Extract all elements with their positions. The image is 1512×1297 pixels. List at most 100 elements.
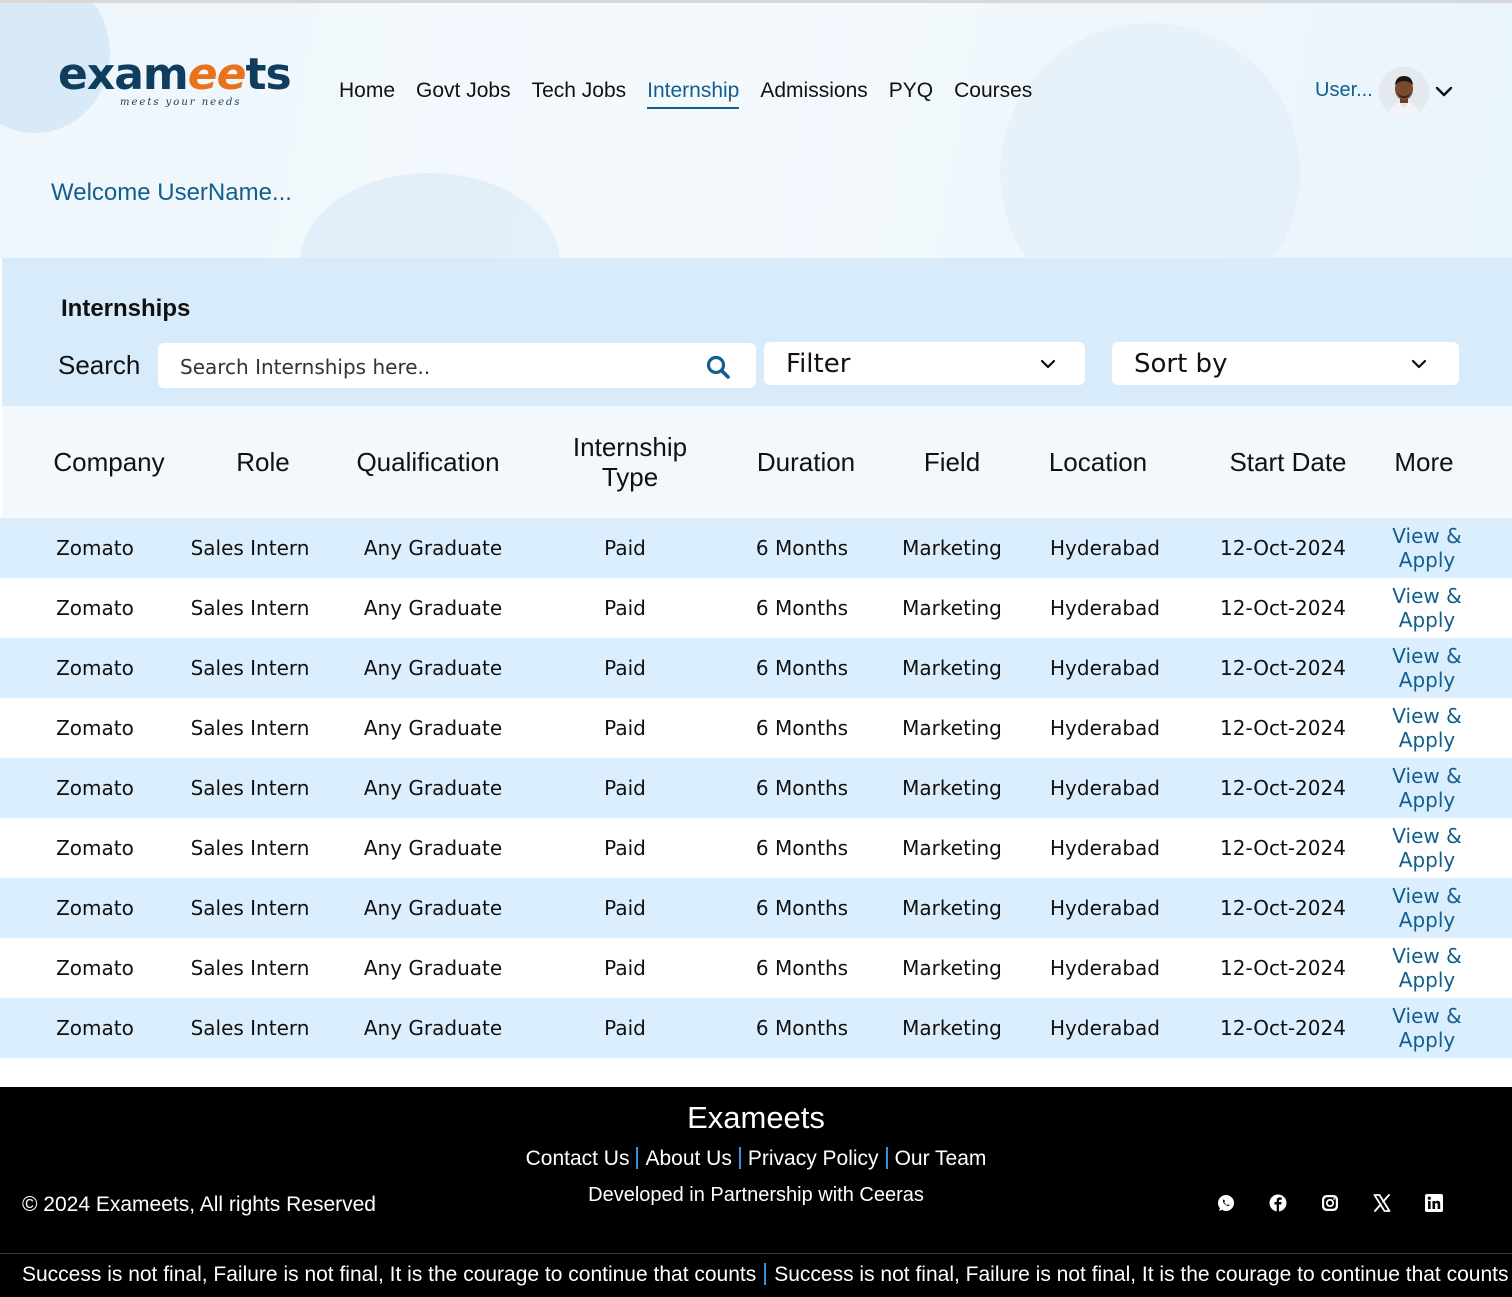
qualification-cell: Any Graduate bbox=[363, 896, 503, 920]
duration-cell: 6 Months bbox=[755, 536, 849, 560]
column-header-qualification: Qualification bbox=[356, 447, 500, 477]
footer-brand: Exameets bbox=[687, 1100, 825, 1135]
duration-cell: 6 Months bbox=[755, 656, 849, 680]
field-cell: Marketing bbox=[902, 536, 1002, 560]
role-cell: Sales Intern bbox=[190, 956, 310, 980]
location-cell: Hyderabad bbox=[1050, 596, 1160, 620]
location-cell: Hyderabad bbox=[1050, 716, 1160, 740]
exameets-logo[interactable]: exameets meets your needs bbox=[58, 47, 292, 117]
footer-links: Contact Us About Us Privacy Policy Our Team bbox=[0, 1147, 1512, 1171]
nav-pyq[interactable]: PYQ bbox=[889, 79, 933, 109]
location-cell: Hyderabad bbox=[1050, 956, 1160, 980]
facebook-icon[interactable] bbox=[1268, 1193, 1288, 1213]
instagram-icon[interactable] bbox=[1320, 1193, 1340, 1213]
whatsapp-icon[interactable] bbox=[1216, 1193, 1236, 1213]
location-cell: Hyderabad bbox=[1050, 836, 1160, 860]
view-apply-link[interactable]: View & Apply bbox=[1387, 878, 1467, 938]
column-header-role: Role bbox=[236, 447, 290, 477]
duration-cell: 6 Months bbox=[755, 1016, 849, 1040]
qualification-cell: Any Graduate bbox=[363, 1016, 503, 1040]
start-date-cell: 12-Oct-2024 bbox=[1220, 656, 1346, 680]
footer-link-about-us[interactable]: About Us bbox=[645, 1147, 731, 1170]
role-cell: Sales Intern bbox=[190, 1016, 310, 1040]
divider bbox=[885, 1147, 888, 1169]
location-cell: Hyderabad bbox=[1050, 896, 1160, 920]
qualification-cell: Any Graduate bbox=[363, 536, 503, 560]
field-cell: Marketing bbox=[902, 656, 1002, 680]
x-icon[interactable] bbox=[1372, 1193, 1392, 1213]
sort-label: Sort by bbox=[1134, 349, 1228, 379]
decorative-blob bbox=[300, 173, 560, 258]
table-row: Zomato Sales Intern Any Graduate Paid 6 Mont… bbox=[0, 578, 1512, 638]
qualification-cell: Any Graduate bbox=[363, 956, 503, 980]
role-cell: Sales Intern bbox=[190, 536, 310, 560]
internship-type-cell: Paid bbox=[604, 536, 646, 560]
internship-type-cell: Paid bbox=[604, 956, 646, 980]
nav-govt-jobs[interactable]: Govt Jobs bbox=[416, 79, 511, 109]
nav-tech-jobs[interactable]: Tech Jobs bbox=[532, 79, 627, 109]
table-row: Zomato Sales Intern Any Graduate Paid 6 Mont… bbox=[0, 818, 1512, 878]
duration-cell: 6 Months bbox=[755, 956, 849, 980]
decorative-blob bbox=[1000, 23, 1300, 258]
start-date-cell: 12-Oct-2024 bbox=[1220, 956, 1346, 980]
column-header-more: More bbox=[1394, 447, 1454, 477]
nav-admissions[interactable]: Admissions bbox=[760, 79, 867, 109]
internship-type-cell: Paid bbox=[604, 656, 646, 680]
company-cell: Zomato bbox=[56, 776, 134, 800]
table-row: Zomato Sales Intern Any Graduate Paid 6 Mont… bbox=[0, 638, 1512, 698]
nav-courses[interactable]: Courses bbox=[954, 79, 1032, 109]
company-cell: Zomato bbox=[56, 956, 134, 980]
view-apply-link[interactable]: View & Apply bbox=[1387, 998, 1467, 1058]
location-cell: Hyderabad bbox=[1050, 1016, 1160, 1040]
user-name-label[interactable]: User... bbox=[1315, 79, 1373, 102]
divider bbox=[738, 1147, 741, 1169]
role-cell: Sales Intern bbox=[190, 896, 310, 920]
duration-cell: 6 Months bbox=[755, 776, 849, 800]
role-cell: Sales Intern bbox=[190, 716, 310, 740]
sort-dropdown[interactable]: Sort by bbox=[1112, 342, 1459, 385]
qualification-cell: Any Graduate bbox=[363, 656, 503, 680]
table-row: Zomato Sales Intern Any Graduate Paid 6 Mont… bbox=[0, 878, 1512, 938]
internships-table-body: Zomato Sales Intern Any Graduate Paid 6 Mont… bbox=[0, 518, 1512, 1058]
view-apply-link[interactable]: View & Apply bbox=[1387, 698, 1467, 758]
view-apply-link[interactable]: View & Apply bbox=[1387, 818, 1467, 878]
start-date-cell: 12-Oct-2024 bbox=[1220, 536, 1346, 560]
view-apply-link[interactable]: View & Apply bbox=[1387, 578, 1467, 638]
chevron-down-icon bbox=[1411, 359, 1427, 369]
view-apply-link[interactable]: View & Apply bbox=[1387, 518, 1467, 578]
role-cell: Sales Intern bbox=[190, 596, 310, 620]
internship-type-cell: Paid bbox=[604, 776, 646, 800]
nav-internship[interactable]: Internship bbox=[647, 79, 740, 109]
start-date-cell: 12-Oct-2024 bbox=[1220, 836, 1346, 860]
social-links bbox=[1216, 1193, 1444, 1213]
table-row: Zomato Sales Intern Any Graduate Paid 6 Mont… bbox=[0, 518, 1512, 578]
field-cell: Marketing bbox=[902, 956, 1002, 980]
search-input[interactable] bbox=[178, 343, 682, 390]
filter-dropdown[interactable]: Filter bbox=[764, 342, 1085, 385]
internship-type-cell: Paid bbox=[604, 596, 646, 620]
internship-type-cell: Paid bbox=[604, 716, 646, 740]
linkedin-icon[interactable] bbox=[1424, 1193, 1444, 1213]
qualification-cell: Any Graduate bbox=[363, 776, 503, 800]
avatar[interactable] bbox=[1379, 67, 1429, 117]
nav-home[interactable]: Home bbox=[339, 79, 395, 109]
view-apply-link[interactable]: View & Apply bbox=[1387, 758, 1467, 818]
footer-link-our-team[interactable]: Our Team bbox=[895, 1147, 987, 1170]
view-apply-link[interactable]: View & Apply bbox=[1387, 638, 1467, 698]
start-date-cell: 12-Oct-2024 bbox=[1220, 1016, 1346, 1040]
footer-link-contact-us[interactable]: Contact Us bbox=[526, 1147, 630, 1170]
company-cell: Zomato bbox=[56, 1016, 134, 1040]
column-header-location: Location bbox=[1048, 447, 1148, 477]
footer-divider bbox=[0, 1253, 1512, 1254]
footer-link-privacy-policy[interactable]: Privacy Policy bbox=[748, 1147, 879, 1170]
column-header-start-date: Start Date bbox=[1229, 447, 1347, 477]
view-apply-link[interactable]: View & Apply bbox=[1387, 938, 1467, 998]
search-icon[interactable] bbox=[705, 354, 731, 380]
company-cell: Zomato bbox=[56, 896, 134, 920]
chevron-down-icon[interactable] bbox=[1434, 81, 1454, 101]
logo-text: ts bbox=[245, 49, 291, 100]
quote-ticker: Success is not final, Failure is not fin… bbox=[22, 1263, 1512, 1287]
search-label: Search bbox=[58, 350, 141, 380]
logo-text-accent: ee bbox=[187, 49, 247, 100]
location-cell: Hyderabad bbox=[1050, 656, 1160, 680]
